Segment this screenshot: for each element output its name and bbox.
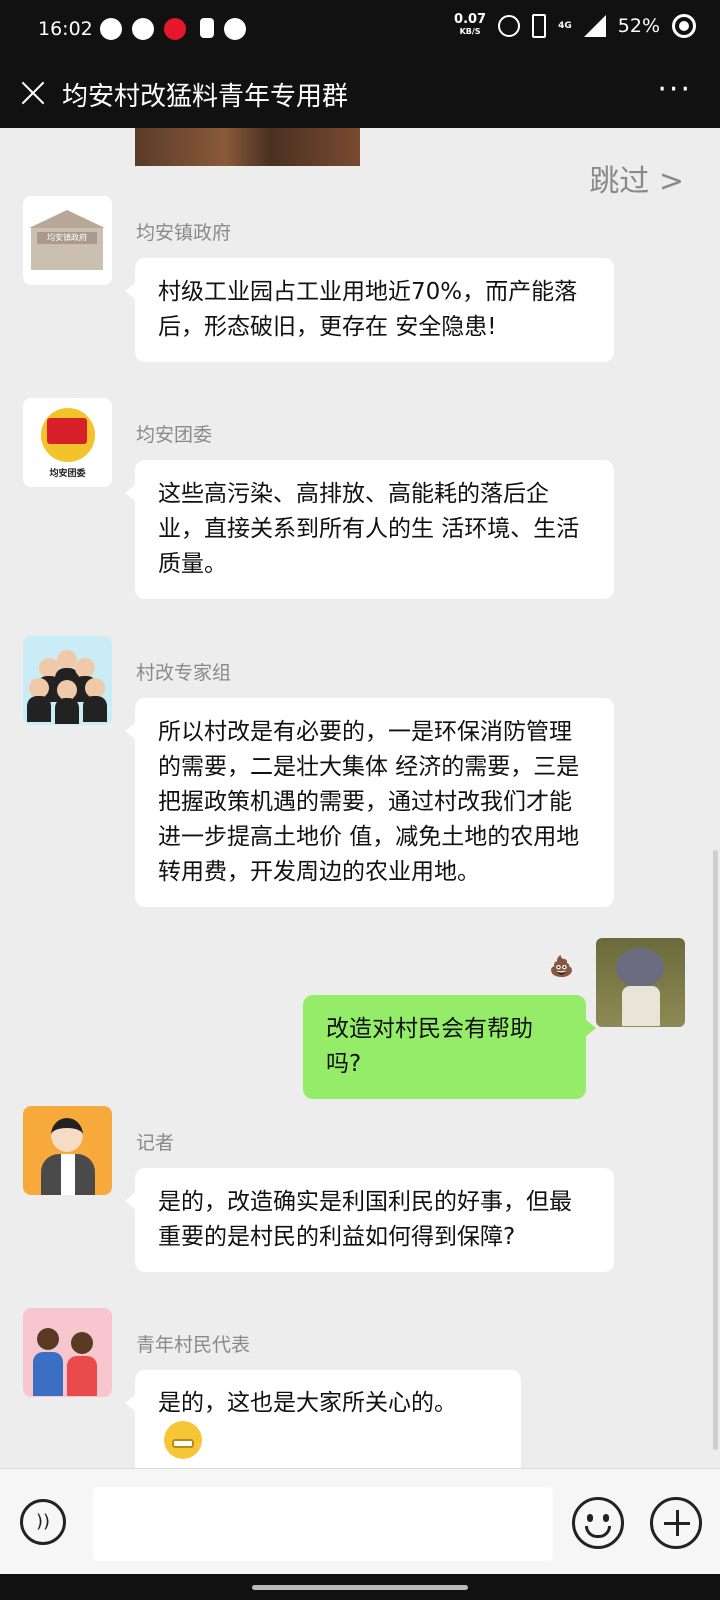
youth-league-badge-icon[interactable]: 均安团委 xyxy=(23,398,112,487)
home-gesture-bar[interactable] xyxy=(252,1585,468,1590)
download-icon xyxy=(200,18,214,38)
skip-button[interactable]: 跳过 > xyxy=(589,156,684,200)
net-speed: 0.07 KB/S xyxy=(454,12,487,38)
shared-image[interactable] xyxy=(135,128,360,166)
message-bubble[interactable]: 这些高污染、高排放、高能耗的落后企业，直接关系到所有人的生 活环境、生活质量。 xyxy=(125,460,614,599)
title-bar: 均安村改猛料青年专用群 ··· xyxy=(0,62,720,128)
net-speed-unit: KB/S xyxy=(459,27,481,36)
system-icons: 0.07 KB/S 4G 52% xyxy=(454,12,696,38)
poop-emoji-badge: 💩 xyxy=(549,954,574,978)
message-text: 是的，这也是大家所关心的。 xyxy=(158,1390,457,1416)
signal-icon xyxy=(583,15,606,37)
status-time: 16:02 xyxy=(38,18,93,40)
sender-name: 记者 xyxy=(136,1132,175,1154)
voice-icon[interactable]: )) xyxy=(20,1499,66,1545)
message-bubble[interactable]: 是的，这也是大家所关心的。 xyxy=(125,1370,521,1468)
input-bar: )) xyxy=(0,1468,720,1575)
notification-icon xyxy=(132,18,154,40)
government-building-icon[interactable]: 均安镇政府 xyxy=(23,196,112,285)
grinning-emoji-icon xyxy=(164,1421,202,1459)
sender-name: 均安团委 xyxy=(136,424,213,446)
message-input[interactable] xyxy=(93,1487,553,1561)
weibo-icon xyxy=(164,18,186,40)
message-icon xyxy=(100,18,122,40)
sync-icon xyxy=(224,18,246,40)
network-type: 4G xyxy=(558,21,572,31)
plus-icon[interactable] xyxy=(650,1497,702,1549)
cartoon-cat-avatar[interactable] xyxy=(596,938,685,1027)
alarm-icon xyxy=(498,15,521,37)
chat-area[interactable]: 跳过 > 均安镇政府 均安镇政府 村级工业园占工业用地近70%，而产能落后，形态… xyxy=(0,128,720,1468)
message-bubble[interactable]: 是的，改造确实是利国利民的好事，但最重要的是村民的利益如何得到保障? xyxy=(125,1168,614,1272)
more-icon[interactable]: ··· xyxy=(657,75,692,105)
vibrate-icon xyxy=(532,14,547,38)
net-speed-value: 0.07 xyxy=(454,12,487,27)
expert-group-icon[interactable] xyxy=(23,636,112,725)
page-title: 均安村改猛料青年专用群 xyxy=(62,82,349,112)
close-icon[interactable] xyxy=(18,78,48,108)
message-bubble[interactable]: 所以村改是有必要的，一是环保消防管理的需要，二是壮大集体 经济的需要，三是把握政… xyxy=(125,698,614,907)
battery-percent: 52% xyxy=(617,15,660,37)
sender-name: 青年村民代表 xyxy=(136,1334,251,1356)
battery-icon xyxy=(672,14,696,38)
avatar-sign-text: 均安镇政府 xyxy=(37,232,97,244)
avatar-badge-text: 均安团委 xyxy=(49,469,86,479)
scrollbar[interactable] xyxy=(713,850,718,1450)
villagers-icon[interactable] xyxy=(23,1308,112,1397)
notification-icons xyxy=(100,18,246,40)
status-bar: 16:02 0.07 KB/S 4G 52% xyxy=(0,0,720,62)
sender-name: 均安镇政府 xyxy=(136,222,232,244)
reporter-icon[interactable] xyxy=(23,1106,112,1195)
emoji-icon[interactable] xyxy=(572,1497,624,1549)
message-bubble[interactable]: 改造对村民会有帮助吗? xyxy=(303,995,596,1099)
sender-name: 村改专家组 xyxy=(136,662,232,684)
navigation-bar xyxy=(0,1574,720,1600)
message-bubble[interactable]: 村级工业园占工业用地近70%，而产能落后，形态破旧，更存在 安全隐患! xyxy=(125,258,614,362)
